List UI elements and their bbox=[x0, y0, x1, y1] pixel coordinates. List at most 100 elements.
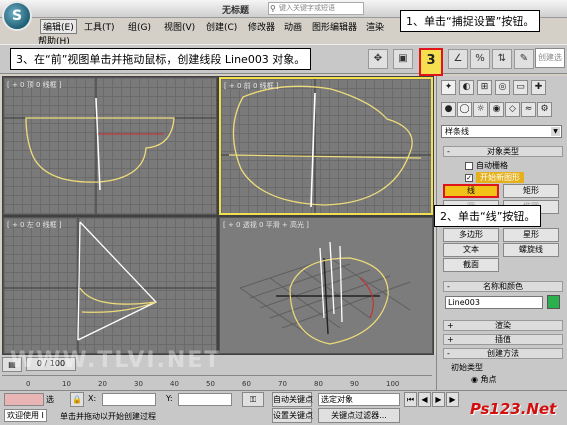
tick-label: 10 bbox=[62, 380, 71, 388]
section-button[interactable]: 截面 bbox=[443, 258, 499, 272]
command-panel: ✦ ◐ ⊞ ◎ ▭ ✚ ● ◯ ☼ ◉ ◇ ≈ ⚙ 样条线 ▼ - 对象类型 自… bbox=[436, 76, 567, 391]
rendering-title: 渲染 bbox=[495, 321, 511, 330]
viewport-perspective[interactable]: [ + 0 透视 0 平滑 + 高光 ] bbox=[219, 217, 433, 354]
render-frame-icon[interactable]: ▣ bbox=[393, 49, 413, 69]
cameras-icon[interactable]: ◉ bbox=[489, 102, 504, 117]
tick-label: 80 bbox=[314, 380, 323, 388]
helix-button[interactable]: 螺旋线 bbox=[503, 243, 559, 257]
interpolation-rollout[interactable]: + 插值 bbox=[443, 334, 563, 345]
menu-group[interactable]: 组(G) bbox=[128, 20, 151, 33]
menu-modifiers[interactable]: 修改器 bbox=[248, 20, 275, 33]
text-button[interactable]: 文本 bbox=[443, 243, 499, 257]
tick-label: 70 bbox=[278, 380, 287, 388]
x-label: X: bbox=[88, 394, 97, 403]
radio-selected-icon: ◉ bbox=[471, 375, 481, 384]
search-input[interactable]: ⚲ 键入关键字或短语 bbox=[268, 2, 364, 15]
move-icon[interactable]: ✥ bbox=[368, 49, 388, 69]
next-frame-icon[interactable]: ▶ bbox=[446, 392, 459, 407]
play-icon[interactable]: ▶ bbox=[432, 392, 445, 407]
rendering-rollout[interactable]: + 渲染 bbox=[443, 320, 563, 331]
lights-icon[interactable]: ☼ bbox=[473, 102, 488, 117]
tick-label: 90 bbox=[350, 380, 359, 388]
modify-tab-icon[interactable]: ◐ bbox=[459, 80, 474, 95]
snap-settings-button[interactable]: 3 bbox=[419, 48, 443, 76]
app-logo-icon[interactable]: S bbox=[2, 1, 32, 31]
viewport-left-label[interactable]: [ + 0 左 0 线框 ] bbox=[7, 220, 62, 230]
helpers-icon[interactable]: ◇ bbox=[505, 102, 520, 117]
y-label: Y: bbox=[166, 394, 173, 403]
set-key-button[interactable]: 设置关键点 bbox=[272, 408, 313, 423]
check-icon: ✓ bbox=[465, 173, 473, 182]
star-button[interactable]: 星形 bbox=[503, 228, 559, 242]
auto-grid-checkbox[interactable]: 自动栅格 bbox=[465, 160, 508, 171]
create-tab-icon[interactable]: ✦ bbox=[441, 80, 456, 95]
interpolation-title: 插值 bbox=[495, 335, 511, 344]
viewport-left[interactable]: [ + 0 左 0 线框 ] bbox=[3, 217, 217, 354]
menu-rendering[interactable]: 渲染 bbox=[366, 20, 384, 33]
menu-edit[interactable]: 编辑(E) bbox=[40, 19, 77, 34]
start-new-shape-checkbox[interactable]: ✓ 开始新图形 bbox=[465, 172, 524, 183]
rectangle-button[interactable]: 矩形 bbox=[503, 184, 559, 198]
line-button[interactable]: 线 bbox=[443, 184, 499, 198]
viewport-front[interactable]: [ + 0 前 0 线框 ] bbox=[219, 77, 433, 215]
spacewarps-icon[interactable]: ≈ bbox=[521, 102, 536, 117]
auto-key-button[interactable]: 自动关键点 bbox=[272, 392, 313, 407]
spinner-snap-icon[interactable]: ⇅ bbox=[492, 49, 512, 69]
viewport-top-label[interactable]: [ + 0 顶 0 线框 ] bbox=[7, 80, 62, 90]
selected-object-dropdown[interactable]: 选定对象 bbox=[318, 393, 400, 406]
corner-label: 角点 bbox=[480, 375, 497, 384]
geometry-icon[interactable]: ● bbox=[441, 102, 456, 117]
percent-snap-icon[interactable]: % bbox=[470, 49, 490, 69]
goto-start-icon[interactable]: ⏮ bbox=[404, 392, 417, 407]
object-type-rollout[interactable]: - 对象类型 bbox=[443, 146, 563, 157]
chevron-down-icon[interactable]: ▼ bbox=[551, 127, 560, 136]
display-tab-icon[interactable]: ▭ bbox=[513, 80, 528, 95]
object-name-field[interactable]: Line003 bbox=[445, 296, 543, 309]
menu-create[interactable]: 创建(C) bbox=[206, 20, 237, 33]
ngon-button[interactable]: 多边形 bbox=[443, 228, 499, 242]
tick-label: 60 bbox=[242, 380, 251, 388]
prev-frame-icon[interactable]: ◀ bbox=[418, 392, 431, 407]
object-color-swatch[interactable] bbox=[547, 295, 560, 309]
motion-tab-icon[interactable]: ◎ bbox=[495, 80, 510, 95]
creation-method-title: 创建方法 bbox=[487, 349, 519, 358]
corner-radio[interactable]: ◉ 角点 bbox=[471, 374, 497, 385]
menu-views[interactable]: 视图(V) bbox=[164, 20, 195, 33]
menu-animation[interactable]: 动画 bbox=[284, 20, 302, 33]
category-dropdown-value: 样条线 bbox=[445, 127, 469, 136]
shapes-icon[interactable]: ◯ bbox=[457, 102, 472, 117]
key-filters-button[interactable]: 关键点过滤器... bbox=[318, 408, 400, 423]
lock-selection-icon[interactable]: 🔒 bbox=[70, 392, 84, 407]
x-coordinate-field[interactable] bbox=[102, 393, 156, 406]
utilities-tab-icon[interactable]: ✚ bbox=[531, 80, 546, 95]
viewport-perspective-label[interactable]: [ + 0 透视 0 平滑 + 高光 ] bbox=[223, 220, 309, 230]
category-dropdown[interactable]: 样条线 ▼ bbox=[441, 125, 562, 138]
time-ruler[interactable]: 0 10 20 30 40 50 60 70 80 90 100 bbox=[2, 375, 432, 391]
site-watermark: Ps123.Net bbox=[470, 400, 557, 418]
viewport-top[interactable]: [ + 0 顶 0 线框 ] bbox=[3, 77, 217, 215]
menu-tools[interactable]: 工具(T) bbox=[84, 20, 115, 33]
create-selection-set-field[interactable]: 创建选 bbox=[535, 48, 565, 68]
edit-named-selection-icon[interactable]: ✎ bbox=[514, 49, 534, 69]
auto-grid-label: 自动栅格 bbox=[476, 161, 508, 170]
maxscript-listener-field[interactable] bbox=[4, 393, 44, 406]
systems-icon[interactable]: ⚙ bbox=[537, 102, 552, 117]
viewport-front-label[interactable]: [ + 0 前 0 线框 ] bbox=[224, 81, 279, 91]
name-color-rollout[interactable]: - 名称和颜色 bbox=[443, 281, 563, 292]
document-title: 无标题 bbox=[222, 6, 250, 16]
collapse-icon: - bbox=[447, 282, 450, 291]
expand-icon: + bbox=[447, 321, 454, 330]
tick-label: 50 bbox=[206, 380, 215, 388]
viewport-area: [ + 0 顶 0 线框 ] [ + 0 前 0 线框 ] [ + 0 左 0 … bbox=[2, 76, 434, 373]
collapse-icon: - bbox=[447, 349, 450, 358]
key-mode-icon[interactable]: ⚿ bbox=[242, 392, 264, 407]
y-coordinate-field[interactable] bbox=[178, 393, 232, 406]
category-icons: ● ◯ ☼ ◉ ◇ ≈ ⚙ bbox=[439, 102, 566, 118]
creation-method-rollout[interactable]: - 创建方法 bbox=[443, 348, 563, 359]
welcome-label: 欢迎使用 I bbox=[4, 409, 47, 422]
menu-graph-editors[interactable]: 图形编辑器 bbox=[312, 20, 357, 33]
angle-snap-icon[interactable]: ∠ bbox=[448, 49, 468, 69]
hierarchy-tab-icon[interactable]: ⊞ bbox=[477, 80, 492, 95]
selection-label: 选 bbox=[46, 395, 54, 404]
prompt-text: 单击并拖动以开始创建过程 bbox=[60, 412, 156, 421]
